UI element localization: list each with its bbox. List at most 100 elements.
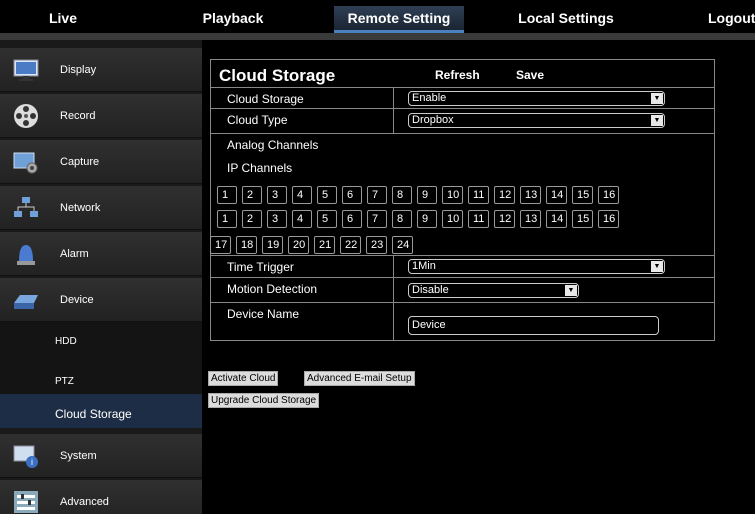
save-button[interactable]: Save [516, 68, 544, 82]
sidebar-item-record[interactable]: Record [0, 94, 202, 138]
sidebar-item-label: Capture [60, 156, 100, 168]
channel-checkbox[interactable]: 13 [520, 210, 541, 228]
sidebar-item-advanced[interactable]: Advanced [0, 480, 202, 514]
channel-checkbox[interactable]: 24 [392, 236, 413, 254]
channel-checkbox[interactable]: 8 [392, 186, 412, 204]
channel-checkbox[interactable]: 5 [317, 186, 337, 204]
sidebar-item-label: Advanced [60, 496, 109, 508]
channel-row-c: 17 18 19 20 21 22 23 24 [210, 236, 418, 254]
channel-checkbox[interactable]: 2 [242, 186, 262, 204]
channel-checkbox[interactable]: 18 [236, 236, 257, 254]
row-motion-detection: Motion Detection Disable ▼ [211, 277, 714, 302]
channel-checkbox[interactable]: 5 [317, 210, 337, 228]
cloud-storage-label: Cloud Storage [227, 92, 304, 106]
channel-checkbox[interactable]: 1 [217, 186, 237, 204]
channel-checkbox[interactable]: 20 [288, 236, 309, 254]
sidebar-item-label: Display [60, 64, 97, 76]
channel-checkbox[interactable]: 19 [262, 236, 283, 254]
channel-checkbox[interactable]: 6 [342, 210, 362, 228]
film-reel-icon [14, 104, 38, 128]
channel-checkbox[interactable]: 15 [572, 210, 593, 228]
tab-local-settings[interactable]: Local Settings [506, 6, 626, 33]
channel-checkbox[interactable]: 22 [340, 236, 361, 254]
svg-text:i: i [31, 457, 33, 467]
hard-drive-icon [14, 295, 38, 309]
time-trigger-label: Time Trigger [227, 260, 294, 274]
device-name-label: Device Name [227, 307, 300, 321]
refresh-button[interactable]: Refresh [435, 68, 480, 82]
device-name-input[interactable]: Device [408, 316, 659, 335]
channel-checkbox[interactable]: 4 [292, 186, 312, 204]
activate-cloud-button[interactable]: Activate Cloud [208, 371, 279, 386]
sidebar-subitem-hdd[interactable]: HDD [0, 322, 202, 362]
advanced-settings-icon [14, 491, 38, 513]
channel-checkbox[interactable]: 12 [494, 210, 515, 228]
channel-row-a: 1 2 3 4 5 6 7 8 9 10 11 12 13 14 15 16 [217, 186, 624, 204]
channel-checkbox[interactable]: 14 [546, 186, 567, 204]
advanced-email-setup-button[interactable]: Advanced E-mail Setup [304, 371, 415, 386]
chevron-down-icon: ▼ [651, 93, 663, 104]
sidebar-item-label: System [60, 450, 97, 462]
channel-checkbox[interactable]: 21 [314, 236, 335, 254]
page-title: Cloud Storage [219, 66, 336, 85]
channel-checkbox[interactable]: 16 [598, 186, 619, 204]
channel-checkbox[interactable]: 8 [392, 210, 412, 228]
row-time-trigger: Time Trigger 1Min ▼ [211, 255, 714, 277]
channel-checkbox[interactable]: 3 [267, 210, 287, 228]
channel-checkbox[interactable]: 12 [494, 186, 515, 204]
cloud-type-label: Cloud Type [227, 113, 288, 127]
sidebar: Display Record Capture Network Alarm Dev… [0, 40, 202, 514]
cloud-type-select[interactable]: Dropbox ▼ [408, 113, 665, 128]
row-cloud-type: Cloud Type Dropbox ▼ [211, 108, 714, 133]
cloud-storage-panel: Cloud Storage Refresh Save Cloud Storage… [210, 59, 715, 341]
sidebar-item-capture[interactable]: Capture [0, 140, 202, 184]
tab-remote-setting[interactable]: Remote Setting [334, 6, 464, 33]
sidebar-item-label: Alarm [60, 248, 89, 260]
channel-checkbox[interactable]: 3 [267, 186, 287, 204]
row-analog-channels: Analog Channels [211, 133, 714, 157]
channel-checkbox[interactable]: 23 [366, 236, 387, 254]
channel-checkbox[interactable]: 11 [468, 186, 489, 204]
channel-checkbox[interactable]: 10 [442, 210, 463, 228]
alarm-light-icon [17, 245, 35, 265]
motion-detection-select[interactable]: Disable ▼ [408, 283, 579, 298]
time-trigger-select[interactable]: 1Min ▼ [408, 259, 665, 274]
cloud-storage-select[interactable]: Enable ▼ [408, 91, 665, 106]
channel-checkbox[interactable]: 7 [367, 186, 387, 204]
motion-detection-label: Motion Detection [227, 282, 318, 296]
channel-checkbox[interactable]: 4 [292, 210, 312, 228]
tab-logout[interactable]: Logout [708, 6, 755, 33]
channel-checkbox[interactable]: 10 [442, 186, 463, 204]
sidebar-subitem-cloud-storage[interactable]: Cloud Storage [0, 394, 202, 428]
tab-playback[interactable]: Playback [198, 6, 268, 33]
channel-checkbox[interactable]: 14 [546, 210, 567, 228]
top-navigation: Live Playback Remote Setting Local Setti… [0, 0, 755, 40]
sidebar-subitem-label: Cloud Storage [55, 407, 132, 421]
sidebar-item-display[interactable]: Display [0, 48, 202, 92]
chevron-down-icon: ▼ [565, 285, 577, 296]
channel-checkbox[interactable]: 13 [520, 186, 541, 204]
sidebar-item-network[interactable]: Network [0, 186, 202, 230]
channel-checkbox[interactable]: 17 [210, 236, 231, 254]
channel-checkbox[interactable]: 15 [572, 186, 593, 204]
sidebar-item-alarm[interactable]: Alarm [0, 232, 202, 276]
sidebar-item-label: Record [60, 110, 96, 122]
channel-checkbox[interactable]: 6 [342, 186, 362, 204]
nav-divider-strip [0, 33, 755, 40]
network-icon [14, 197, 38, 217]
channel-row-b: 1 2 3 4 5 6 7 8 9 10 11 12 13 14 15 16 [217, 210, 624, 228]
ip-channels-label: IP Channels [227, 161, 293, 175]
chevron-down-icon: ▼ [651, 261, 663, 272]
channel-checkbox[interactable]: 11 [468, 210, 489, 228]
tab-live[interactable]: Live [28, 6, 98, 33]
monitor-icon [13, 59, 39, 81]
channel-checkbox[interactable]: 1 [217, 210, 237, 228]
channel-checkbox[interactable]: 7 [367, 210, 387, 228]
sidebar-item-device[interactable]: Device [0, 278, 202, 322]
channel-checkbox[interactable]: 9 [417, 210, 437, 228]
channel-checkbox[interactable]: 16 [598, 210, 619, 228]
channel-checkbox[interactable]: 9 [417, 186, 437, 204]
upgrade-cloud-storage-button[interactable]: Upgrade Cloud Storage [208, 393, 320, 408]
channel-checkbox[interactable]: 2 [242, 210, 262, 228]
sidebar-item-system[interactable]: i System [0, 434, 202, 478]
